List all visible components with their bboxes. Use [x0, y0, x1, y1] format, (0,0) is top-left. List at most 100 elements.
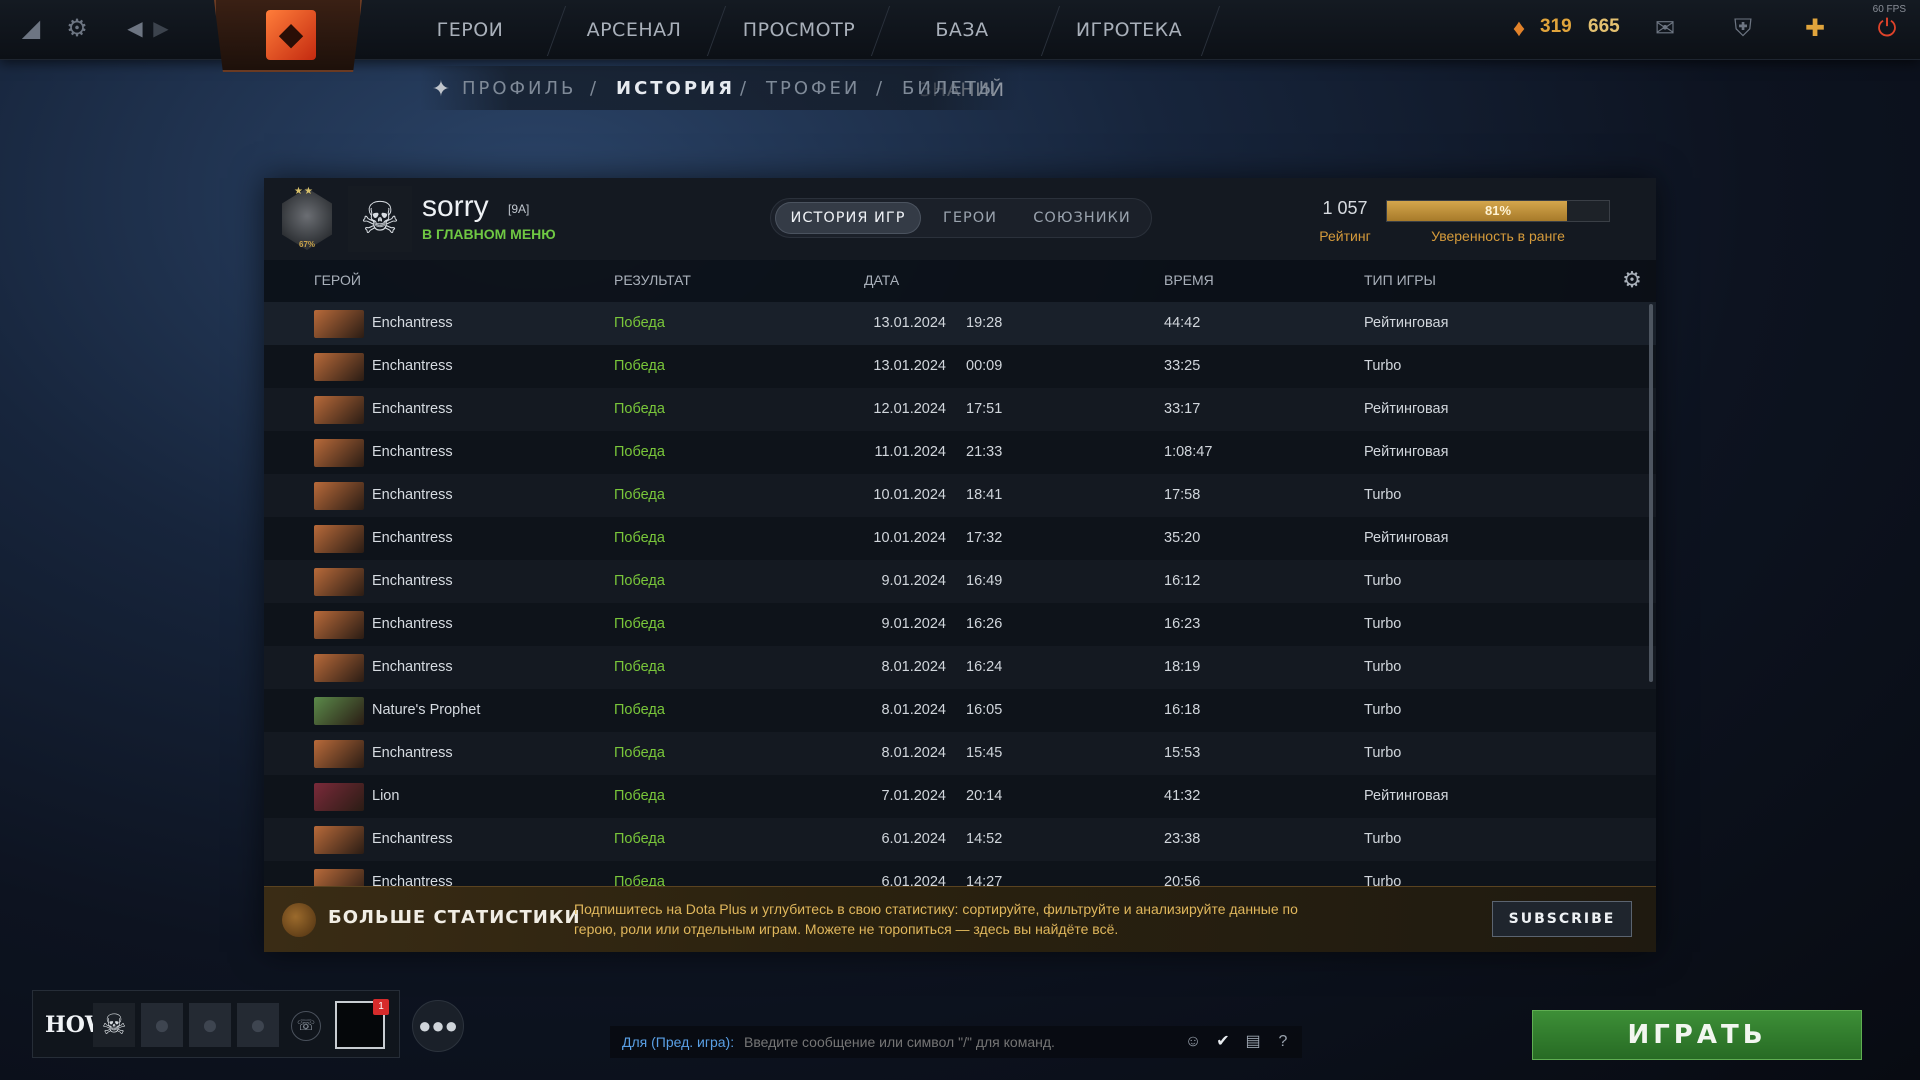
hero-name: Enchantress — [372, 530, 453, 546]
gold-count: 665 — [1588, 16, 1620, 37]
match-duration: 33:25 — [1164, 358, 1201, 374]
profile-header: ★★ 67% ☠ sorry [9A] В ГЛАВНОМ МЕНЮ ИСТОР… — [264, 178, 1656, 260]
crumb-history[interactable]: ИСТОРИЯ — [616, 78, 735, 99]
table-row[interactable]: Enchantress Победа 13.01.2024 00:09 33:25 Tur… — [264, 345, 1656, 388]
nav-game-library[interactable]: ИГРОТЕКА — [1064, 0, 1194, 60]
game-type: Рейтинговая — [1364, 444, 1449, 460]
shards-count: 319 — [1540, 16, 1572, 37]
chat-channel-target[interactable]: Для (Пред. игра): — [622, 1026, 734, 1058]
table-row[interactable]: Enchantress Победа 6.01.2024 14:52 23:38 Turb… — [264, 818, 1656, 861]
match-date: 8.01.2024 — [881, 659, 946, 675]
match-time: 19:28 — [966, 315, 1003, 331]
column-settings-gear-icon[interactable]: ⚙ — [1620, 268, 1644, 292]
match-duration: 23:38 — [1164, 831, 1201, 847]
match-time: 16:05 — [966, 702, 1003, 718]
party-invite-button[interactable]: 1 — [335, 999, 389, 1049]
table-row[interactable]: Nature's Prophet Победа 8.01.2024 16:05 16:1… — [264, 689, 1656, 732]
table-row[interactable]: Enchantress Победа 6.01.2024 14:27 20:56 Turb… — [264, 861, 1656, 888]
chat-input[interactable] — [744, 1026, 1174, 1058]
hero-portrait-icon — [314, 654, 364, 682]
match-date: 9.01.2024 — [881, 573, 946, 589]
table-row[interactable]: Enchantress Победа 9.01.2024 16:49 16:12 Turb… — [264, 560, 1656, 603]
help-icon[interactable]: ? — [1270, 1029, 1296, 1055]
table-row[interactable]: Enchantress Победа 8.01.2024 16:24 18:19 Turb… — [264, 646, 1656, 689]
hero-portrait-icon — [314, 826, 364, 854]
player-tag: [9A] — [508, 202, 530, 216]
party-member-avatar[interactable]: ☠ — [93, 1003, 135, 1047]
chat-bar: Для (Пред. игра): ☺ ✔ ▤ ? — [610, 1026, 1302, 1058]
crumb-trophies[interactable]: ТРОФЕИ — [766, 78, 860, 99]
voice-chat-icon[interactable]: ☏ — [291, 1011, 321, 1041]
match-list: Enchantress Победа 13.01.2024 19:28 44:42 Рей… — [264, 302, 1656, 888]
table-row[interactable]: Enchantress Победа 13.01.2024 19:28 44:42 Рей… — [264, 302, 1656, 345]
forward-arrow-icon[interactable]: ▶ — [146, 14, 176, 44]
nav-watch[interactable]: ПРОСМОТР — [736, 0, 862, 60]
nav-arsenal[interactable]: АРСЕНАЛ — [576, 0, 692, 60]
column-header-date[interactable]: ДАТА — [864, 272, 899, 288]
hero-portrait-icon — [314, 740, 364, 768]
hero-portrait-icon — [314, 482, 364, 510]
settings-gear-icon[interactable]: ⚙ — [62, 14, 92, 44]
party-empty-slot[interactable]: ● — [189, 1003, 231, 1047]
table-row[interactable]: Enchantress Победа 10.01.2024 18:41 17:58 Tur… — [264, 474, 1656, 517]
dashboard-icon[interactable]: ◢ — [16, 14, 46, 44]
player-name: sorry — [422, 190, 489, 223]
match-list-scrollbar[interactable] — [1649, 304, 1653, 682]
dota-plus-icon[interactable]: ✚ — [1800, 14, 1830, 44]
match-result: Победа — [614, 315, 665, 331]
table-row[interactable]: Enchantress Победа 12.01.2024 17:51 33:17 Рей… — [264, 388, 1656, 431]
game-type: Рейтинговая — [1364, 788, 1449, 804]
party-empty-slot[interactable]: ● — [237, 1003, 279, 1047]
table-row[interactable]: Enchantress Победа 8.01.2024 15:45 15:53 Turb… — [264, 732, 1656, 775]
match-result: Победа — [614, 745, 665, 761]
guild-logo[interactable]: HOW — [45, 1003, 110, 1047]
hero-name: Lion — [372, 788, 400, 804]
play-button[interactable]: ИГРАТЬ — [1532, 1010, 1862, 1060]
chat-wheel-icon[interactable]: ▤ — [1240, 1029, 1266, 1055]
crumb-tickets[interactable]: БИЛЕТЫ — [902, 78, 998, 99]
dota-logo-button[interactable]: ◆ — [214, 0, 362, 72]
match-time: 15:45 — [966, 745, 1003, 761]
checkmark-icon[interactable]: ✔ — [1210, 1029, 1236, 1055]
history-tabs: ИСТОРИЯ ИГР ГЕРОИ СОЮЗНИКИ — [770, 198, 1152, 238]
tab-match-history[interactable]: ИСТОРИЯ ИГР — [775, 202, 921, 234]
column-header-duration[interactable]: ВРЕМЯ — [1164, 272, 1214, 288]
nav-knowledge-base[interactable]: БАЗА ЗНАНИЙ — [890, 0, 1034, 101]
match-date: 12.01.2024 — [873, 401, 946, 417]
table-row[interactable]: Enchantress Победа 11.01.2024 21:33 1:08:47 Р… — [264, 431, 1656, 474]
table-row[interactable]: Enchantress Победа 9.01.2024 16:26 16:23 Turb… — [264, 603, 1656, 646]
match-time: 16:26 — [966, 616, 1003, 632]
table-row[interactable]: Lion Победа 7.01.2024 20:14 41:32 Рейтинговая — [264, 775, 1656, 818]
power-icon[interactable]: ⏻ — [1872, 14, 1902, 44]
match-time: 16:24 — [966, 659, 1003, 675]
match-result: Победа — [614, 487, 665, 503]
armory-shield-icon[interactable]: ⛨ — [1728, 14, 1758, 44]
game-type: Turbo — [1364, 874, 1402, 888]
tab-allies[interactable]: СОЮЗНИКИ — [1019, 202, 1145, 234]
column-header-result[interactable]: РЕЗУЛЬТАТ — [614, 272, 691, 288]
hero-name: Enchantress — [372, 573, 453, 589]
match-result: Победа — [614, 831, 665, 847]
hero-portrait-icon — [314, 568, 364, 596]
match-date: 10.01.2024 — [873, 530, 946, 546]
subscribe-button[interactable]: SUBSCRIBE — [1492, 901, 1632, 937]
column-header-hero[interactable]: ГЕРОЙ — [314, 272, 361, 288]
hero-name: Nature's Prophet — [372, 702, 481, 718]
match-result: Победа — [614, 702, 665, 718]
nav-heroes[interactable]: ГЕРОИ — [420, 0, 520, 60]
match-date: 8.01.2024 — [881, 745, 946, 761]
friends-group-icon[interactable]: ●●● — [412, 1000, 464, 1052]
mail-icon[interactable]: ✉ — [1650, 14, 1680, 44]
match-result: Победа — [614, 401, 665, 417]
avatar[interactable]: ☠ — [348, 186, 412, 252]
crumb-profile[interactable]: ПРОФИЛЬ — [462, 78, 576, 99]
emoji-icon[interactable]: ☺ — [1180, 1029, 1206, 1055]
table-row[interactable]: Enchantress Победа 10.01.2024 17:32 35:20 Рей… — [264, 517, 1656, 560]
tab-heroes[interactable]: ГЕРОИ — [927, 202, 1013, 234]
match-result: Победа — [614, 788, 665, 804]
hero-portrait-icon — [314, 396, 364, 424]
column-header-game-type[interactable]: ТИП ИГРЫ — [1364, 272, 1436, 288]
crumb-separator: / — [876, 78, 886, 99]
game-type: Turbo — [1364, 573, 1402, 589]
party-empty-slot[interactable]: ● — [141, 1003, 183, 1047]
